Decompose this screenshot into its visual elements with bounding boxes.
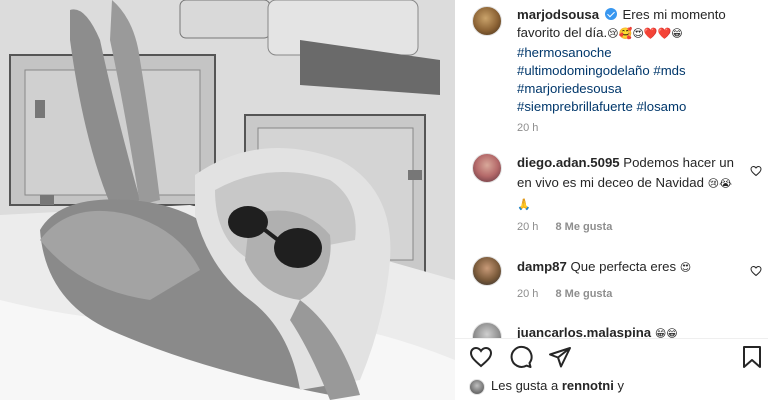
caption-line-2: favorito del día. <box>517 25 608 41</box>
caption-emojis: 😢🥰😍❤️❤️😁 <box>607 28 683 41</box>
avatar[interactable] <box>472 256 502 286</box>
comment-username[interactable]: damp87 <box>517 259 567 274</box>
likes-summary: Les gusta a rennotni y <box>469 378 624 395</box>
heart-outline-icon[interactable] <box>750 265 762 277</box>
post-side-panel: marjodsousa Eres mi momento favorito del… <box>455 0 768 400</box>
comment-meta: 20 h 8 Me gusta <box>517 288 612 300</box>
likes-suffix: y <box>617 378 624 393</box>
comment-username[interactable]: diego.adan.5095 <box>517 155 620 170</box>
bookmark-icon[interactable] <box>741 345 763 369</box>
verified-icon <box>604 8 617 20</box>
comment-text-block: damp87 Que perfecta eres 😍 <box>517 257 739 279</box>
avatar[interactable] <box>472 153 502 183</box>
heart-outline-icon[interactable] <box>750 165 762 177</box>
avatar[interactable] <box>472 322 502 338</box>
avatar[interactable] <box>472 6 502 36</box>
comment-meta: 20 h 8 Me gusta <box>517 221 612 233</box>
comment-time[interactable]: 20 h <box>517 221 538 233</box>
post-photo[interactable] <box>0 0 455 400</box>
comment-emojis: 😍 <box>679 262 692 274</box>
comment-text: Que perfecta eres <box>570 259 677 274</box>
divider <box>455 338 768 339</box>
comment-icon[interactable] <box>509 345 533 369</box>
likes-prefix: Les gusta a <box>491 378 559 393</box>
post-actions <box>469 345 761 371</box>
post-time[interactable]: 20 h <box>517 122 538 134</box>
caption: marjodsousa Eres mi momento favorito del… <box>517 6 757 117</box>
comment-time[interactable]: 20 h <box>517 288 538 300</box>
comment-item: juancarlos.malaspina 😁😁 <box>472 322 762 338</box>
post-username[interactable]: marjodsousa <box>517 7 599 22</box>
share-icon[interactable] <box>548 345 572 369</box>
comment-text-block: juancarlos.malaspina 😁😁 <box>517 323 739 338</box>
avatar[interactable] <box>469 378 485 395</box>
hashtag-link[interactable]: #siemprebrillafuerte #losamo <box>517 98 757 116</box>
comment-likes[interactable]: 8 Me gusta <box>555 221 612 233</box>
caption-line-1: Eres mi momento <box>622 7 726 22</box>
hashtag-link[interactable]: #hermosanoche <box>517 44 757 62</box>
hashtag-link[interactable]: #ultimodomingodelaño #mds <box>517 62 757 80</box>
comment-likes[interactable]: 8 Me gusta <box>555 288 612 300</box>
likes-user[interactable]: rennotni <box>562 378 614 393</box>
comment-username[interactable]: juancarlos.malaspina <box>517 325 651 338</box>
hashtag-link[interactable]: #marjoriedesousa <box>517 80 757 98</box>
comment-emojis: 😁😁 <box>654 328 678 338</box>
comment-text-block: diego.adan.5095 Podemos hacer un en vivo… <box>517 153 739 216</box>
heart-icon[interactable] <box>469 345 493 369</box>
